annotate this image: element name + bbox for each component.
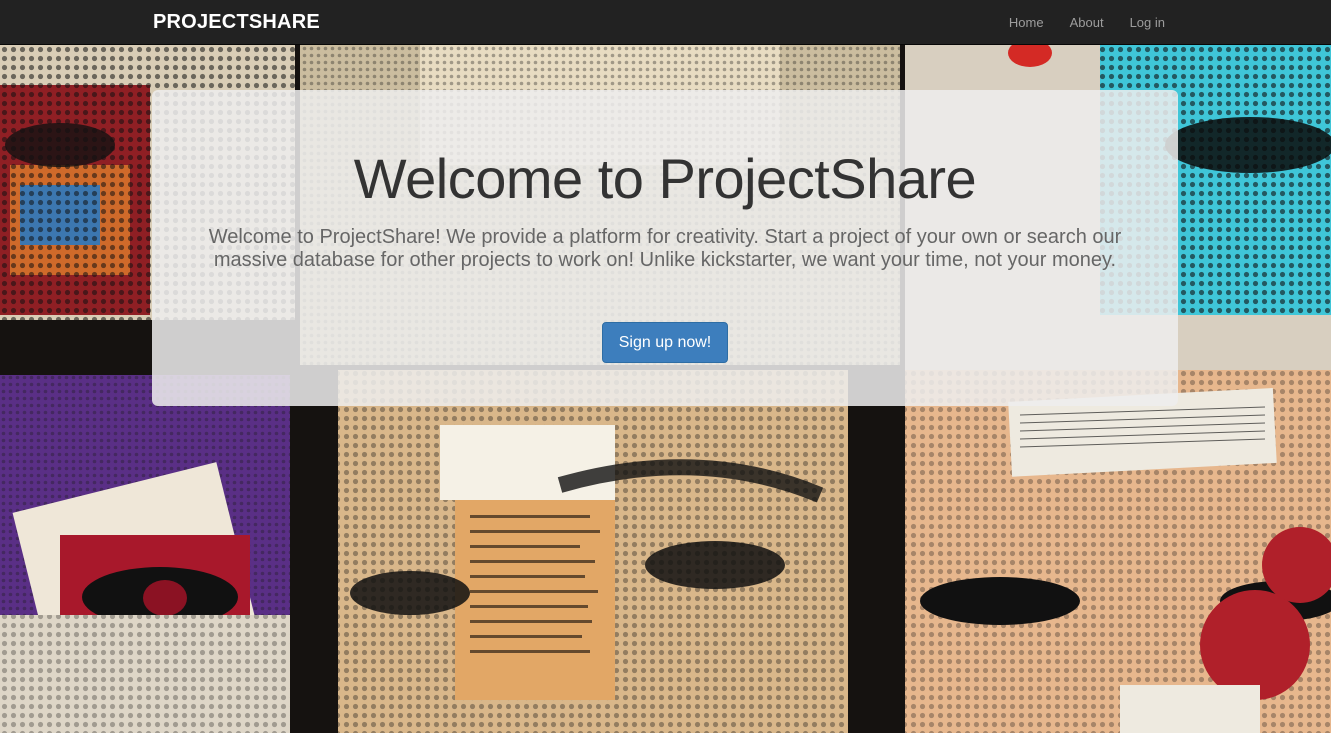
- brand-logo-link[interactable]: PROJECTSHARE: [153, 11, 320, 34]
- nav-link-home[interactable]: Home: [996, 15, 1057, 30]
- top-navbar: PROJECTSHARE Home About Log in: [0, 0, 1331, 45]
- hero-title: Welcome to ProjectShare: [353, 147, 977, 210]
- signup-button[interactable]: Sign up now!: [602, 322, 728, 363]
- hero-description: Welcome to ProjectShare! We provide a pl…: [208, 226, 1122, 271]
- nav-link-about[interactable]: About: [1057, 15, 1117, 30]
- jumbotron: Welcome to ProjectShare Welcome to Proje…: [152, 90, 1178, 406]
- nav-links: Home About Log in: [996, 0, 1165, 45]
- nav-link-login[interactable]: Log in: [1117, 15, 1165, 30]
